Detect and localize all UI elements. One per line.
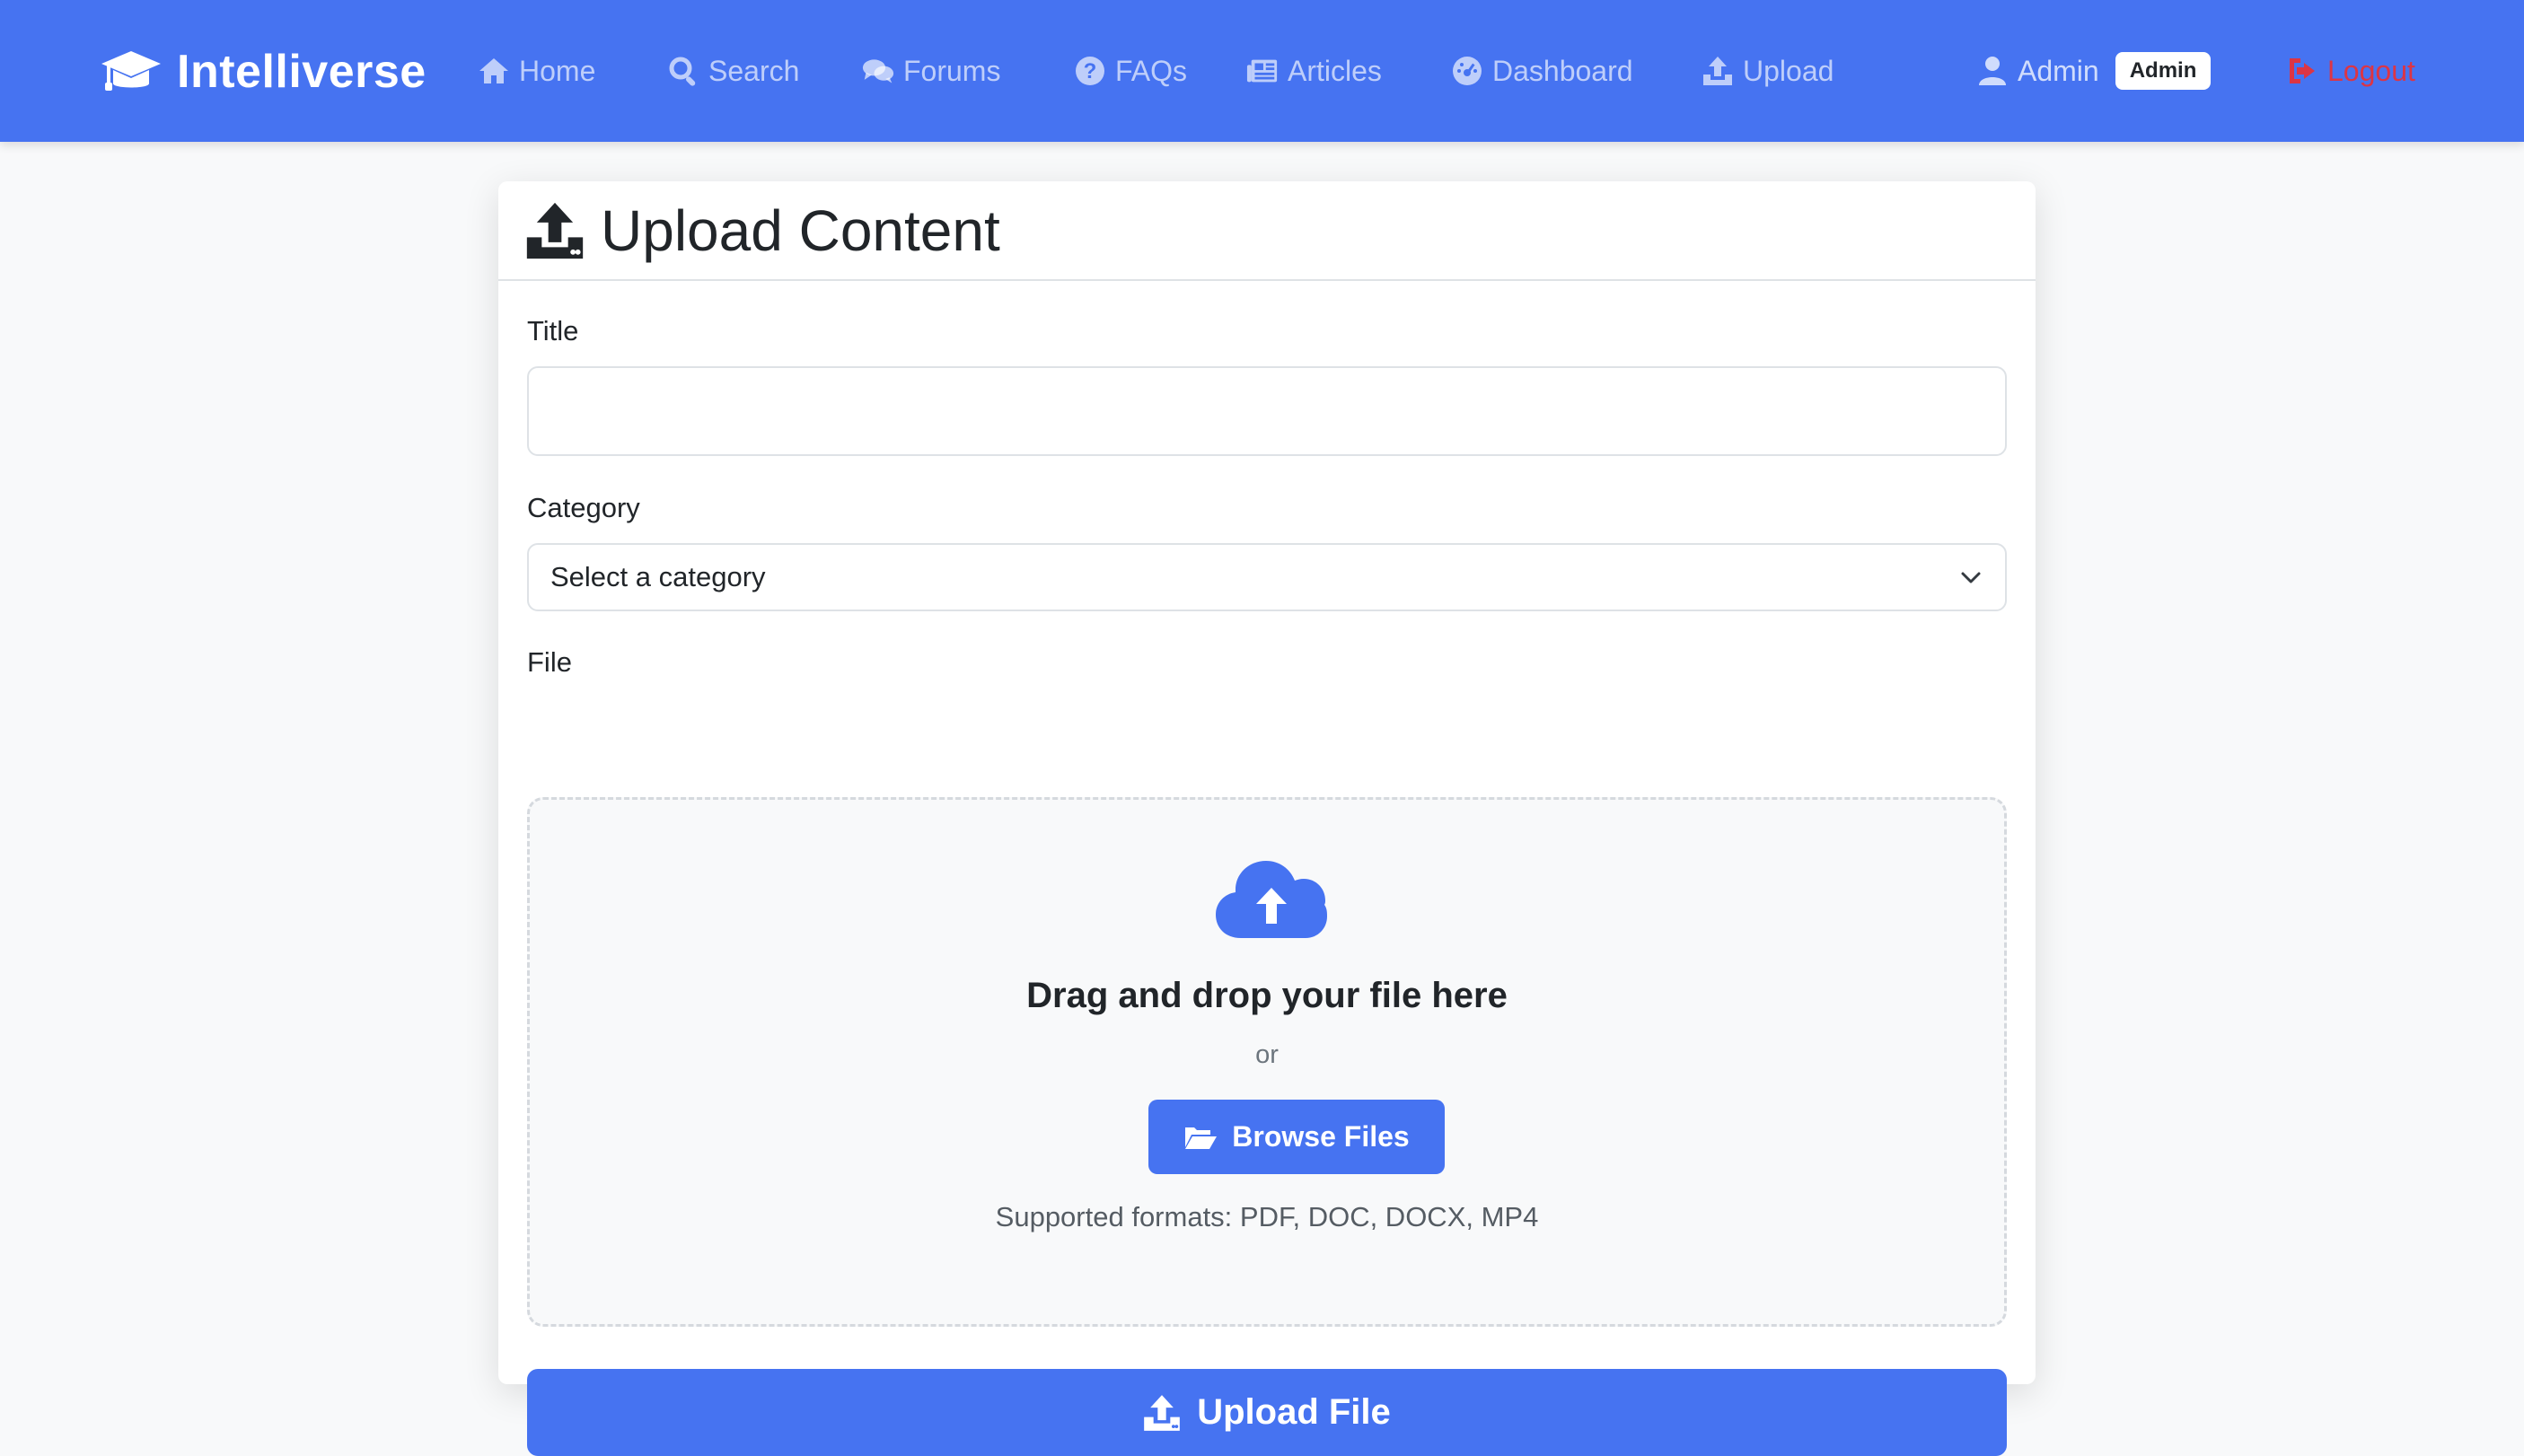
nav-item-label: Upload — [1743, 54, 1834, 87]
page-title: Upload Content — [601, 197, 1000, 263]
brand-name: Intelliverse — [177, 46, 427, 98]
role-badge: Admin — [2115, 52, 2212, 90]
nav-user-menu[interactable]: Admin Admin — [1976, 48, 2212, 93]
nav-item-label: Search — [708, 54, 800, 87]
dropzone-heading: Drag and drop your file here — [1026, 976, 1508, 1015]
nav-item-search[interactable]: Search — [667, 48, 799, 93]
title-input[interactable] — [527, 366, 2007, 456]
browse-files-label: Browse Files — [1232, 1120, 1410, 1153]
supported-formats-text: Supported formats: PDF, DOC, DOCX, MP4 — [995, 1201, 1539, 1232]
nav-item-upload[interactable]: Upload — [1702, 48, 1834, 93]
nav-item-faqs[interactable]: ? FAQs — [1074, 48, 1187, 93]
title-label: Title — [527, 315, 579, 346]
upload-icon — [1144, 1394, 1181, 1431]
nav-item-label: FAQs — [1115, 54, 1188, 87]
graduation-cap-icon — [101, 51, 161, 91]
nav-item-label: Articles — [1288, 54, 1382, 87]
upload-file-button[interactable]: Upload File — [527, 1369, 2007, 1456]
category-selected-value: Select a category — [550, 561, 766, 592]
upload-file-label: Upload File — [1197, 1392, 1391, 1432]
user-name: Admin — [2018, 54, 2099, 87]
svg-text:?: ? — [1084, 59, 1097, 83]
nav-item-articles[interactable]: Articles — [1246, 48, 1382, 93]
upload-card: Upload Content Title Category Select a c… — [498, 181, 2036, 1456]
top-navbar: Intelliverse Home Search Forums ? FAQs A… — [0, 0, 2524, 142]
dropzone-or-text: or — [1255, 1040, 1279, 1069]
category-select[interactable]: Select a category — [527, 543, 2007, 611]
category-label: Category — [527, 492, 640, 523]
file-dropzone[interactable]: Drag and drop your file here or Browse F… — [527, 797, 2007, 1327]
nav-item-label: Forums — [903, 54, 1001, 87]
upload-icon — [526, 202, 584, 259]
card-header: Upload Content — [498, 181, 2036, 281]
nav-item-forums[interactable]: Forums — [862, 48, 1000, 93]
newspaper-icon — [1246, 59, 1278, 83]
brand-link[interactable]: Intelliverse — [101, 45, 427, 99]
nav-item-label: Home — [519, 54, 596, 87]
upload-icon — [1703, 57, 1732, 85]
cloud-upload-icon — [1216, 861, 1327, 938]
browse-files-button[interactable]: Browse Files — [1148, 1100, 1445, 1174]
home-icon — [479, 58, 508, 83]
question-circle-icon: ? — [1076, 57, 1104, 85]
user-icon — [1979, 57, 2006, 85]
comments-icon — [862, 59, 894, 83]
nav-item-dashboard[interactable]: Dashboard — [1451, 48, 1633, 93]
nav-item-label: Dashboard — [1492, 54, 1633, 87]
nav-item-home[interactable]: Home — [478, 48, 595, 93]
sign-out-icon — [2290, 58, 2315, 83]
folder-open-icon — [1185, 1127, 1218, 1149]
logout-label: Logout — [2327, 54, 2415, 87]
gauge-icon — [1453, 57, 1482, 85]
search-icon — [669, 57, 696, 86]
file-label: File — [527, 646, 572, 678]
chevron-down-icon — [1961, 572, 1981, 583]
logout-link[interactable]: Logout — [2286, 48, 2415, 93]
